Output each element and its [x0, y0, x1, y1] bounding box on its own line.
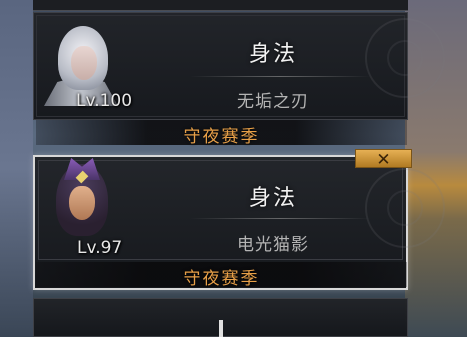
- season-label: 守夜赛季: [183, 269, 260, 289]
- emblem-icon: [365, 168, 445, 248]
- card-subtitle: 电光猫影: [237, 235, 309, 255]
- divider: [190, 218, 370, 219]
- character-level: Lv.97: [77, 238, 123, 258]
- card-marker: [219, 320, 223, 337]
- emblem-icon: [365, 18, 445, 98]
- card-title: 身法: [248, 42, 297, 67]
- close-button[interactable]: ✕: [355, 149, 412, 170]
- background-left: [0, 0, 33, 337]
- card-title: 身法: [248, 186, 297, 211]
- season-label: 守夜赛季: [183, 127, 260, 147]
- divider: [190, 76, 370, 77]
- close-x-icon: ✕: [376, 150, 391, 170]
- season-bar: 守夜赛季: [36, 262, 407, 289]
- previous-card-edge[interactable]: [33, 0, 408, 11]
- character-avatar: [42, 158, 116, 242]
- card-subtitle: 无垢之刃: [237, 92, 309, 112]
- season-bar: 守夜赛季: [36, 120, 407, 147]
- character-level: Lv.100: [76, 91, 133, 111]
